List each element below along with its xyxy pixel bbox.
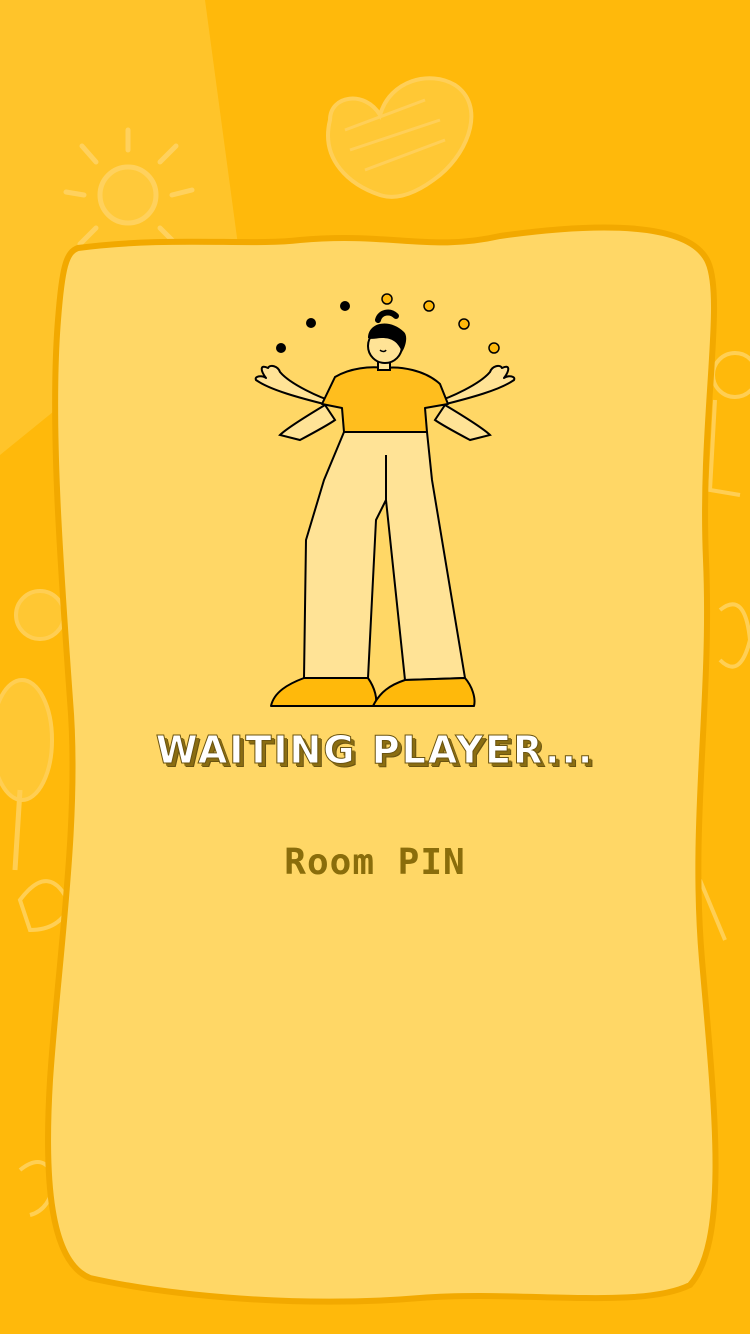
room-pin-label: Room PIN <box>284 842 466 883</box>
juggler-illustration <box>254 293 516 707</box>
waiting-title: WAITING PLAYER... <box>155 728 595 773</box>
